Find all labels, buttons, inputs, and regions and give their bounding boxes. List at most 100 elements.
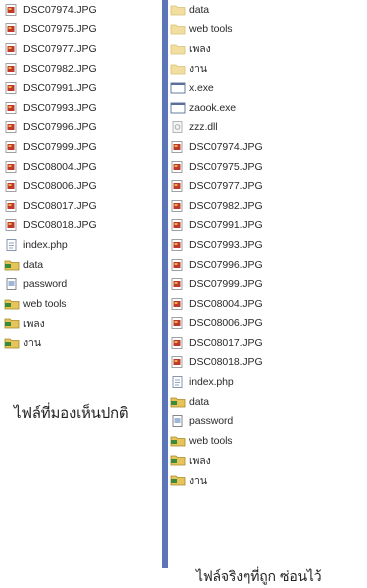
file-name-label: DSC07974.JPG bbox=[23, 3, 97, 16]
file-list-item[interactable]: index.php bbox=[4, 235, 154, 255]
file-list-item[interactable]: web tools bbox=[4, 294, 154, 314]
file-list-item[interactable]: DSC07982.JPG bbox=[170, 196, 360, 216]
panel-divider bbox=[162, 0, 168, 568]
jpg-file-icon bbox=[4, 101, 20, 114]
file-name-label: DSC07993.JPG bbox=[23, 101, 97, 114]
dll-file-icon bbox=[170, 121, 186, 134]
file-list-item[interactable]: DSC08018.JPG bbox=[170, 353, 360, 373]
jpg-file-icon bbox=[170, 199, 186, 212]
file-list-item[interactable]: zzz.dll bbox=[170, 118, 360, 138]
file-list-item[interactable]: data bbox=[4, 255, 154, 275]
file-list-item[interactable]: password bbox=[170, 411, 360, 431]
file-list-item[interactable]: x.exe bbox=[170, 78, 360, 98]
file-name-label: DSC07999.JPG bbox=[189, 278, 263, 291]
left-caption: ไฟล์ที่มองเห็นปกติ bbox=[14, 404, 129, 422]
file-list-item[interactable]: DSC08006.JPG bbox=[4, 176, 154, 196]
file-list-item[interactable]: DSC08017.JPG bbox=[4, 196, 154, 216]
file-list-item[interactable]: DSC07996.JPG bbox=[4, 118, 154, 138]
file-list-item[interactable]: DSC08018.JPG bbox=[4, 216, 154, 236]
file-list-item[interactable]: index.php bbox=[170, 372, 360, 392]
jpg-file-icon bbox=[170, 160, 186, 173]
file-list-item[interactable]: DSC07982.JPG bbox=[4, 59, 154, 79]
jpg-file-icon bbox=[4, 219, 20, 232]
file-list-item[interactable]: เพลง bbox=[170, 451, 360, 471]
hidden-folder-icon bbox=[170, 63, 186, 75]
file-list-item[interactable]: DSC07993.JPG bbox=[170, 235, 360, 255]
jpg-file-icon bbox=[170, 141, 186, 153]
file-list-item[interactable]: DSC07977.JPG bbox=[170, 176, 360, 196]
file-list-item[interactable]: DSC07999.JPG bbox=[4, 137, 154, 157]
file-list-item[interactable]: DSC07993.JPG bbox=[4, 98, 154, 118]
file-name-label: DSC07996.JPG bbox=[23, 121, 97, 134]
file-list-item[interactable]: zaook.exe bbox=[170, 98, 360, 118]
jpg-file-icon bbox=[4, 180, 20, 193]
folder-icon bbox=[170, 435, 186, 447]
file-list-item[interactable]: DSC07975.JPG bbox=[4, 20, 154, 40]
file-list-item[interactable]: เพลง bbox=[4, 314, 154, 334]
file-name-label: DSC07977.JPG bbox=[189, 180, 263, 193]
jpg-file-icon bbox=[170, 356, 186, 369]
file-name-label: DSC07982.JPG bbox=[189, 199, 263, 212]
jpg-file-icon bbox=[170, 278, 186, 291]
file-list-item[interactable]: data bbox=[170, 0, 360, 20]
file-list-item[interactable]: DSC07996.JPG bbox=[170, 255, 360, 275]
file-list-item[interactable]: data bbox=[170, 392, 360, 412]
file-list-item[interactable]: DSC07977.JPG bbox=[4, 39, 154, 59]
hidden-folder-icon bbox=[170, 43, 186, 55]
file-list-item[interactable]: password bbox=[4, 274, 154, 294]
folder-icon bbox=[4, 298, 20, 310]
file-name-label: DSC07991.JPG bbox=[189, 219, 263, 232]
jpg-file-icon bbox=[170, 297, 186, 310]
file-list-item[interactable]: web tools bbox=[170, 20, 360, 40]
file-name-label: DSC07982.JPG bbox=[23, 62, 97, 75]
file-list-item[interactable]: DSC08017.JPG bbox=[170, 333, 360, 353]
jpg-file-icon bbox=[170, 258, 186, 271]
file-name-label: password bbox=[23, 278, 68, 291]
jpg-file-icon bbox=[4, 121, 20, 134]
folder-icon bbox=[4, 337, 20, 349]
right-file-list: data web tools เพลง งาน x.exe zaook.exe zzz.dl… bbox=[170, 0, 360, 490]
jpg-file-icon bbox=[170, 336, 186, 349]
file-name-label: เพลง bbox=[189, 43, 211, 56]
file-list-item[interactable]: งาน bbox=[170, 59, 360, 79]
right-file-list-panel: data web tools เพลง งาน x.exe zaook.exe zzz.dl… bbox=[170, 0, 360, 490]
file-list-item[interactable]: DSC07999.JPG bbox=[170, 274, 360, 294]
file-list-item[interactable]: DSC08004.JPG bbox=[170, 294, 360, 314]
file-list-item[interactable]: DSC07991.JPG bbox=[4, 78, 154, 98]
exe-file-icon bbox=[170, 102, 186, 114]
file-name-label: data bbox=[189, 3, 210, 16]
text-file-icon bbox=[4, 278, 20, 291]
jpg-file-icon bbox=[170, 239, 186, 251]
php-file-icon bbox=[4, 238, 20, 251]
file-name-label: DSC07993.JPG bbox=[189, 238, 263, 251]
php-file-icon bbox=[170, 376, 186, 389]
jpg-file-icon bbox=[4, 160, 20, 173]
file-name-label: DSC08017.JPG bbox=[189, 336, 263, 349]
file-name-label: DSC07996.JPG bbox=[189, 258, 263, 271]
jpg-file-icon bbox=[4, 199, 20, 212]
file-name-label: DSC08018.JPG bbox=[189, 356, 263, 369]
file-name-label: เพลง bbox=[189, 454, 211, 467]
file-list-item[interactable]: DSC07975.JPG bbox=[170, 157, 360, 177]
file-name-label: งาน bbox=[189, 474, 207, 487]
file-list-item[interactable]: DSC07974.JPG bbox=[4, 0, 154, 20]
file-list-item[interactable]: DSC08006.JPG bbox=[170, 314, 360, 334]
hidden-folder-icon bbox=[170, 4, 186, 16]
file-list-item[interactable]: DSC07991.JPG bbox=[170, 216, 360, 236]
file-name-label: DSC08006.JPG bbox=[23, 180, 97, 193]
jpg-file-icon bbox=[170, 317, 186, 330]
file-name-label: x.exe bbox=[189, 82, 214, 95]
file-list-item[interactable]: web tools bbox=[170, 431, 360, 451]
file-name-label: data bbox=[23, 258, 44, 271]
file-name-label: web tools bbox=[189, 434, 233, 447]
hidden-folder-icon bbox=[170, 23, 186, 35]
jpg-file-icon bbox=[4, 23, 20, 36]
file-list-item[interactable]: DSC07974.JPG bbox=[170, 137, 360, 157]
file-list-item[interactable]: งาน bbox=[170, 470, 360, 490]
file-name-label: DSC08004.JPG bbox=[23, 160, 97, 173]
file-list-item[interactable]: งาน bbox=[4, 333, 154, 353]
file-list-item[interactable]: เพลง bbox=[170, 39, 360, 59]
jpg-file-icon bbox=[4, 3, 20, 16]
jpg-file-icon bbox=[4, 82, 20, 95]
file-list-item[interactable]: DSC08004.JPG bbox=[4, 157, 154, 177]
